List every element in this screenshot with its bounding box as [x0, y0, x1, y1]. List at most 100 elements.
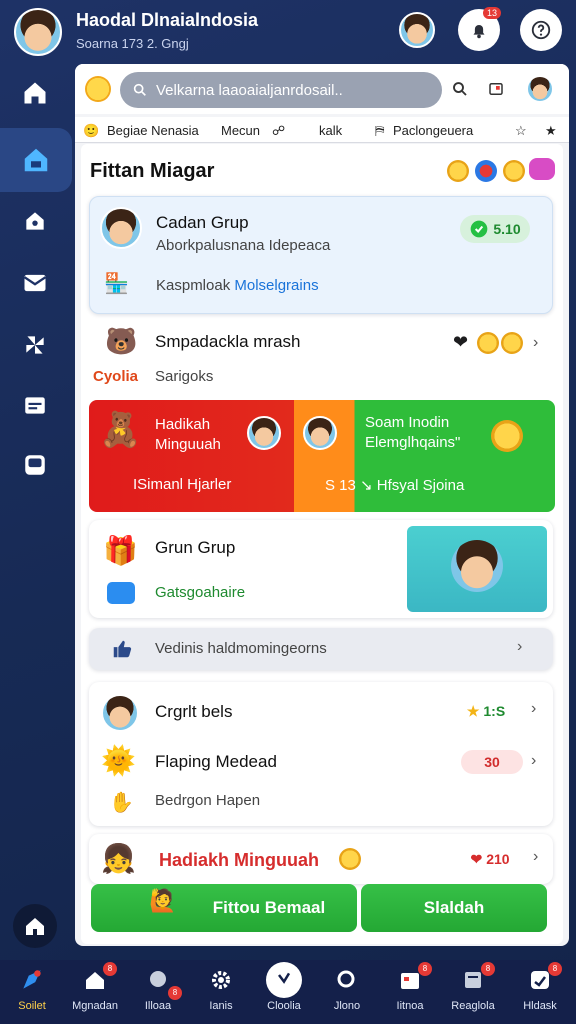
nav-item-4[interactable]: Cloolia	[252, 960, 316, 1024]
footer-pill-value: 210	[486, 851, 510, 867]
mail-icon	[23, 274, 47, 292]
sun-badge-icon: 🌞	[101, 745, 136, 776]
bookmark-icon: ⛿	[375, 123, 385, 138]
coin-icon	[447, 160, 469, 182]
promo-left-action[interactable]: ISimanl Hjarler	[133, 476, 231, 493]
gift-icon: 🎁	[103, 535, 138, 566]
rail-wallet[interactable]	[10, 380, 60, 430]
simple-row[interactable]: 🐻 Smpadackla mrash Cyolia Sarigoks ❤ ›	[81, 320, 563, 394]
list-row2-chevron-icon[interactable]: ›	[531, 752, 536, 770]
rail-mail[interactable]	[10, 258, 60, 308]
nav-item-0[interactable]: Soilet	[0, 960, 64, 1024]
search-nav-icon	[333, 966, 361, 994]
footer-row[interactable]: 👧 Hadiakh Minguuah ❤ 210 ›	[89, 834, 553, 884]
tab-1[interactable]: Mecun	[221, 123, 260, 138]
notification-button[interactable]: 13	[458, 7, 502, 51]
tv-icon	[25, 455, 45, 475]
nav-item-2[interactable]: 8 Illoaa	[126, 960, 190, 1024]
promo-right-action[interactable]: S 13 ↘ Hfsyal Sjoina	[325, 476, 464, 494]
nav-item-5[interactable]: Jlono	[315, 960, 379, 1024]
teddy-icon: 🧸	[99, 411, 142, 449]
footer-chevron-icon[interactable]: ›	[533, 848, 538, 866]
notification-badge: 13	[483, 7, 502, 19]
side-rail	[0, 64, 72, 960]
footer-coin-icon	[339, 848, 361, 870]
coin-icon-2	[501, 332, 523, 354]
nav-item-8[interactable]: 8 Hldask	[508, 960, 572, 1024]
footer-pill[interactable]: ❤ 210	[455, 846, 525, 872]
rail-tv[interactable]	[10, 440, 60, 490]
nav-label-2: Illoaa	[144, 1000, 172, 1012]
footer-heart-icon: ❤	[470, 850, 483, 867]
center-action-icon	[266, 962, 302, 998]
list-row1-title[interactable]: Crgrlt bels	[155, 702, 232, 722]
info-bar[interactable]: Vedinis haldmomingeorns ›	[89, 628, 553, 670]
primary-action-label: Fittou Bemaal	[212, 898, 326, 917]
search-button[interactable]	[449, 78, 471, 100]
promo-avatar-mid	[303, 416, 337, 450]
star-outline-icon[interactable]: ☆	[515, 123, 527, 139]
help-button[interactable]	[520, 9, 562, 51]
app-store-icon	[107, 582, 135, 604]
emoji-icon[interactable]	[85, 76, 111, 102]
promo-banner[interactable]: 🧸 Hadikah Minguuah ISimanl Hjarler Soam …	[89, 400, 555, 512]
group-title: Cadan Grup	[156, 213, 249, 232]
section-title: Fittan Miagar	[90, 160, 215, 182]
house-icon	[26, 918, 44, 935]
profile-avatar[interactable]	[14, 8, 62, 56]
friend-avatar[interactable]	[399, 12, 435, 48]
group-link[interactable]: Kaspmloak Molselgrains	[156, 277, 319, 294]
smile-icon	[503, 160, 525, 182]
rail-apps[interactable]	[10, 320, 60, 370]
tab-0[interactable]: Begiae Nenasia	[107, 123, 199, 138]
tab-switch-button[interactable]	[485, 78, 507, 100]
chat-icon	[529, 158, 555, 180]
chevron-right-icon[interactable]: ›	[533, 334, 538, 352]
search-placeholder: Velkarna laaoaialjanrdosail..	[156, 81, 343, 99]
nav-badge-8: 8	[548, 962, 562, 976]
nav-badge-7: 8	[481, 962, 495, 976]
grun-card[interactable]: 🎁 Grun Grup Gatsgoahaire	[89, 520, 553, 618]
tab-flag-icon: 🙂	[83, 123, 100, 138]
nav-label-7: Reaglola	[451, 1000, 495, 1012]
nav-badge-1: 8	[103, 962, 117, 976]
list-row3-title[interactable]: Bedrgon Hapen	[155, 792, 260, 809]
rail-bottom-home[interactable]	[13, 904, 57, 948]
nav-item-3[interactable]: Ianis	[189, 960, 253, 1024]
panel-avatar[interactable]	[527, 76, 553, 102]
group-card[interactable]: Cadan Grup Aborkpalusnana Idepeaca 5.10 …	[89, 196, 553, 314]
thumbs-up-icon	[113, 640, 132, 658]
list-row2-title[interactable]: Flaping Medead	[155, 752, 277, 772]
rail-store[interactable]	[10, 196, 60, 246]
magnifier-icon	[453, 82, 467, 96]
store-icon	[26, 212, 44, 230]
member-count-pill[interactable]: 5.10	[460, 215, 530, 243]
nav-label-0: Soilet	[18, 1000, 46, 1012]
promo-coin-icon	[491, 420, 523, 452]
grun-link[interactable]: Gatsgoahaire	[155, 584, 245, 601]
list-row1-value: 1:S	[483, 703, 506, 719]
whatsapp-icon	[471, 220, 488, 238]
nav-item-1[interactable]: 8 Mgnadan	[63, 960, 127, 1024]
bell-icon	[473, 24, 485, 39]
rail-home[interactable]	[10, 68, 60, 118]
tab-3[interactable]: Paclongeuera	[393, 123, 473, 138]
list-card: Crgrlt bels ★ 1:S › 🌞 Flaping Medead 30 …	[89, 682, 553, 826]
list-row2-pill[interactable]: 30	[461, 750, 523, 774]
app-title: Haodal Dlnaialndosia	[76, 10, 259, 30]
list-row1-chevron-icon[interactable]: ›	[531, 700, 536, 718]
primary-action-button[interactable]: 🙋 Fittou Bemaal	[91, 884, 357, 932]
nav-item-7[interactable]: 8 Reaglola	[441, 960, 505, 1024]
list-row1-pill[interactable]: ★ 1:S	[449, 698, 523, 724]
star-filled-icon[interactable]: ★	[545, 123, 557, 139]
rail-groups[interactable]	[0, 128, 72, 192]
nav-label-8: Hldask	[523, 1000, 557, 1012]
info-bar-text: Vedinis haldmomingeorns	[155, 640, 327, 657]
tab-2[interactable]: kalk	[319, 123, 342, 138]
search-input[interactable]: Velkarna laaoaialjanrdosail..	[120, 72, 442, 108]
secondary-action-button[interactable]: Slaldah	[361, 884, 547, 932]
promo-right-title-2: Elemglhqains"	[365, 434, 461, 451]
search-row: Velkarna laaoaialjanrdosail..	[75, 64, 569, 114]
pin-icon: ☍	[272, 123, 286, 138]
nav-item-6[interactable]: 8 Iitnoa	[378, 960, 442, 1024]
